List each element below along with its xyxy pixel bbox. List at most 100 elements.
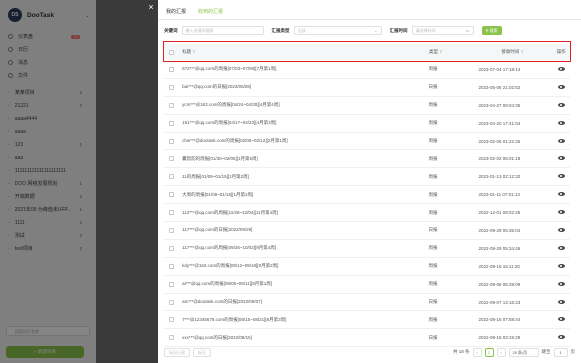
page-button[interactable]: 1	[484, 347, 494, 357]
sidebar-project-item[interactable]: ◦ test项目 2	[0, 242, 96, 255]
sidebar-project-item[interactable]: ◦ DOO 网络发展规划 1	[0, 177, 96, 190]
row-checkbox[interactable]	[168, 174, 174, 180]
sidebar-project-item[interactable]: ◦ 111111111111111111111	[0, 164, 96, 177]
row-checkbox[interactable]	[168, 192, 174, 198]
report-title: 151***@qq.com的周报[04/17~04/23][4月第3周]	[182, 120, 277, 126]
table-row[interactable]: 7***@12345678.com的周报[08/15~08/21][8月第3周]…	[164, 311, 570, 330]
project-icon: ◦	[8, 115, 10, 122]
table-row[interactable]: 117***@qq.com的日报[2022/09/29] 日报 2022-09-29…	[164, 222, 570, 240]
row-checkbox[interactable]	[168, 317, 174, 323]
sidebar-item-files[interactable]: 文件	[0, 69, 96, 82]
tab-received-reports[interactable]: 收到的汇报	[198, 8, 223, 17]
new-project-button[interactable]: + 新建项目	[6, 346, 84, 358]
table-row[interactable]: kdy***@163.com的周报[09/12~09/18][9月第2周] 周报 2…	[164, 258, 570, 276]
received-time: 2023-07-04 17:18:14	[478, 66, 521, 72]
sidebar-project-item[interactable]: ◦ 1111 2	[0, 216, 96, 229]
eye-icon[interactable]	[557, 210, 565, 215]
eye-icon[interactable]	[557, 138, 565, 143]
eye-icon[interactable]	[557, 299, 565, 304]
sidebar-project-item[interactable]: ◦ 2021年09 为峰值未UFP... 1	[0, 203, 96, 216]
mark-unread-button[interactable]: 标记	[193, 347, 211, 357]
table-row[interactable]: 112***@qq.com的周报[11/28~12/04][11月第4周] 周报 2…	[164, 204, 570, 223]
sidebar-item-calendar[interactable]: 日历	[0, 43, 96, 56]
eye-icon[interactable]	[557, 317, 565, 322]
project-task-count: 2	[79, 103, 82, 108]
sidebar-project-item[interactable]: ◦ aaaa	[0, 125, 96, 138]
eye-icon[interactable]	[557, 102, 565, 107]
table-row[interactable]: 11的周报[01/09~01/15][1月第2周] 周报 2023-01-13 02…	[164, 168, 570, 187]
row-checkbox[interactable]	[168, 210, 174, 216]
table-row[interactable]: aIc***@dootask.com的日报[2022/09/07] 日报 2022-…	[164, 294, 570, 312]
row-checkbox[interactable]	[168, 66, 174, 72]
close-icon[interactable]: ×	[146, 2, 156, 12]
type-select[interactable]: 全部 ⌄	[293, 26, 382, 35]
row-checkbox[interactable]	[168, 245, 174, 251]
project-icon: ◦	[8, 245, 10, 252]
received-time: 2022-08-15 03:15:29	[478, 335, 521, 341]
mark-read-button[interactable]: 标记已读	[164, 347, 190, 357]
row-checkbox[interactable]	[168, 281, 174, 287]
table-row[interactable]: ai***@qq.com的周报[09/05~09/11][9月第1周] 周报 202…	[164, 276, 570, 294]
received-time: 2022-12-01 08:02:25	[478, 210, 521, 216]
table-row[interactable]: 囊韵韵的周报[01/30~02/05][1月第5周] 周报 2023-02-02 0…	[164, 150, 570, 169]
eye-icon[interactable]	[557, 227, 565, 232]
project-task-count: 3	[79, 194, 82, 199]
sidebar-item-messages[interactable]: 消息	[0, 56, 96, 69]
sidebar-project-item[interactable]: ◦ 21221 2	[0, 99, 96, 112]
project-name: 开端数据	[14, 194, 35, 200]
eye-icon[interactable]	[557, 174, 565, 179]
row-checkbox[interactable]	[168, 335, 174, 341]
avatar[interactable]: DS	[8, 8, 22, 22]
row-checkbox[interactable]	[168, 156, 174, 162]
table-row[interactable]: bai***@qq.com的日报[2023/05/08] 日报 2023-05-08…	[164, 79, 570, 97]
row-checkbox[interactable]	[168, 138, 174, 144]
sidebar-project-item[interactable]: ◦ 测试 3	[0, 229, 96, 242]
table-row[interactable]: 672***@qq.com的周报[07/03~07/09][7月第1周] 周报 20…	[164, 61, 570, 79]
sidebar-project-item[interactable]: ◦ 开端数据 3	[0, 190, 96, 203]
sidebar-project-item[interactable]: ◦ 某某项目 3	[0, 86, 96, 99]
pagination: 共 18 条 ‹ 1 › 20 条/页 跳至 1 页	[453, 347, 576, 357]
page-size-select[interactable]: 20 条/页	[508, 347, 539, 357]
sidebar-project-item[interactable]: ◦ aaaa4444	[0, 112, 96, 125]
next-page-button[interactable]: ›	[496, 347, 506, 357]
table-row[interactable]: 117***@qq.com的周报[09/26~10/02][9月第4周] 周报 20…	[164, 240, 570, 258]
jump-input[interactable]: 1	[553, 347, 568, 357]
project-task-count: 1	[79, 142, 82, 147]
table-row[interactable]: 大周的周报[01/09~01/15][1月第2周] 周报 2023-01-11 07…	[164, 186, 570, 205]
report-title: xxx***@qq.com的日报[2022/08/15]	[182, 334, 252, 340]
sidebar-project-item[interactable]: ◦ 123 1	[0, 138, 96, 151]
prev-page-button[interactable]: ‹	[472, 347, 482, 357]
eye-icon[interactable]	[557, 263, 565, 268]
search-button[interactable]: ⚲ 搜索	[481, 26, 502, 35]
table-row[interactable]: 151***@qq.com的周报[04/17~04/23][4月第3周] 周报 20…	[164, 115, 570, 133]
tab-my-reports[interactable]: 我的汇报	[166, 8, 186, 17]
time-picker[interactable]: 请选择时间 ▭	[411, 26, 474, 35]
row-checkbox[interactable]	[168, 227, 174, 233]
row-checkbox[interactable]	[168, 102, 174, 108]
eye-icon[interactable]	[557, 335, 565, 340]
page-suffix: 页	[570, 349, 576, 354]
table-row[interactable]: ycm***@163.com的周报[04/24~04/30][4月第4周] 周报 2…	[164, 97, 570, 115]
row-checkbox[interactable]	[168, 84, 174, 90]
eye-icon[interactable]	[557, 66, 565, 71]
sidebar-item-dashboard[interactable]: 仪表盘 13	[0, 30, 96, 43]
type-label: 汇报类型	[271, 27, 290, 33]
received-time: 2022-09-29 05:35:04	[478, 227, 521, 233]
report-type: 日报	[428, 334, 438, 340]
project-search-input[interactable]: 搜索项目名称	[6, 326, 90, 336]
row-checkbox[interactable]	[168, 120, 174, 126]
eye-icon[interactable]	[557, 120, 565, 125]
eye-icon[interactable]	[557, 281, 565, 286]
row-checkbox[interactable]	[168, 299, 174, 305]
table-row[interactable]: chw***@dootask.com的周报[02/06~02/12][2月第1周…	[164, 133, 570, 151]
sidebar-project-item[interactable]: ◦ aaa	[0, 151, 96, 164]
chevron-down-icon[interactable]: ⌄	[85, 12, 90, 19]
row-checkbox[interactable]	[168, 263, 174, 269]
eye-icon[interactable]	[557, 84, 565, 89]
project-name: test项目	[14, 246, 33, 252]
eye-icon[interactable]	[557, 156, 565, 161]
keyword-input[interactable]: 输入关键词搜索	[181, 26, 264, 35]
eye-icon[interactable]	[557, 245, 565, 250]
eye-icon[interactable]	[557, 192, 565, 197]
table-row[interactable]: xxx***@qq.com的日报[2022/08/15] 日报 2022-08-15…	[164, 329, 570, 348]
